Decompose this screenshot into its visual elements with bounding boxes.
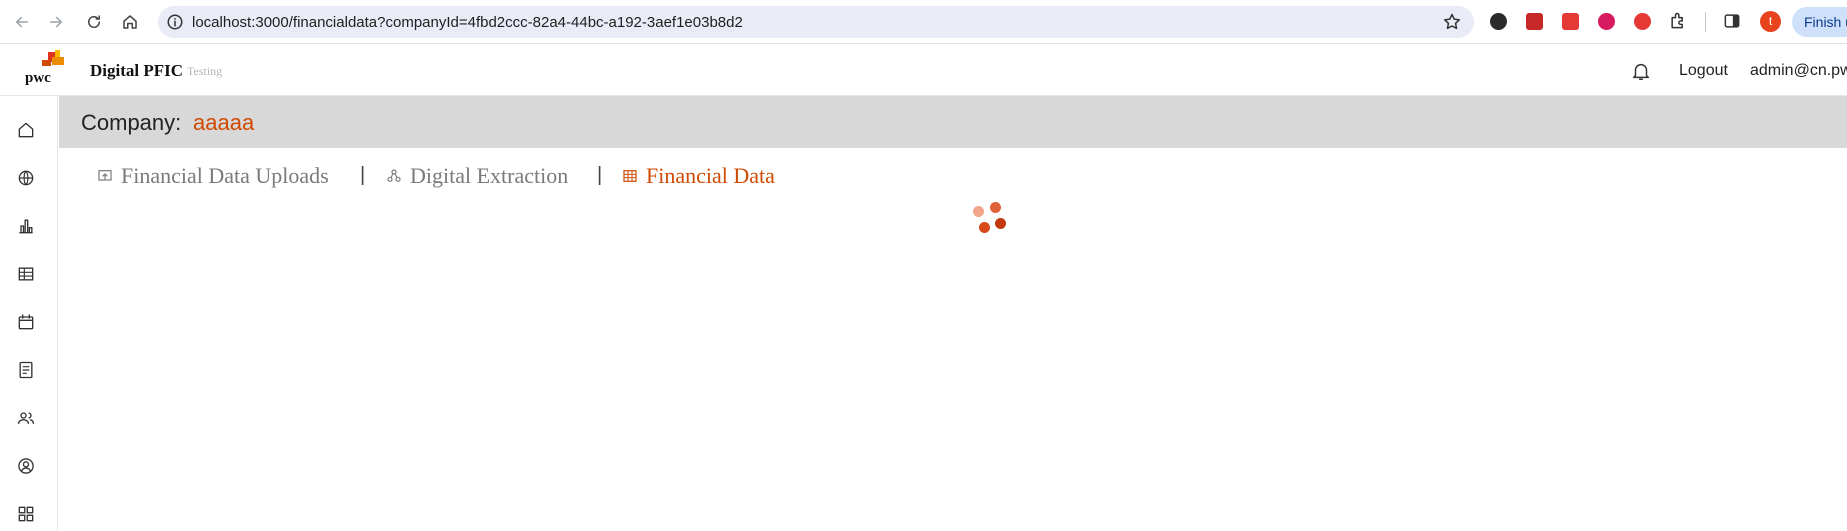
sidebar-item-documents[interactable] — [16, 360, 36, 380]
back-button[interactable] — [8, 8, 36, 36]
table-icon — [623, 170, 637, 182]
home-icon — [18, 122, 34, 138]
calendar-icon — [18, 314, 34, 330]
sidebar-item-calendar[interactable] — [16, 312, 36, 332]
home-icon — [123, 15, 137, 29]
back-arrow-icon — [16, 16, 28, 28]
bar-chart-icon — [19, 219, 33, 234]
spinner-dot — [995, 218, 1006, 229]
profile-avatar[interactable]: t — [1760, 11, 1781, 32]
sidebar-item-tables[interactable] — [16, 264, 36, 284]
tab-label: Digital Extraction — [410, 163, 569, 188]
sidebar — [0, 96, 58, 531]
tab-label: Financial Data Uploads — [121, 163, 329, 188]
tab-label: Financial Data — [646, 163, 775, 188]
reload-button[interactable] — [80, 8, 108, 36]
address-bar[interactable]: localhost:3000/financialdata?companyId=4… — [158, 6, 1474, 38]
company-label: Company: — [81, 110, 182, 135]
bookmark-star-icon[interactable] — [1442, 12, 1462, 32]
tab-digital-extraction[interactable]: Digital Extraction — [386, 162, 568, 190]
extraction-icon — [387, 169, 401, 182]
tab-financial-data-uploads[interactable]: Financial Data Uploads — [97, 162, 329, 190]
extension-dark-icon[interactable] — [1488, 11, 1508, 31]
forward-arrow-icon — [50, 16, 62, 28]
extension-red-shield-icon[interactable] — [1632, 11, 1652, 31]
spinner-dot — [990, 202, 1001, 213]
app-environment: Testing — [187, 64, 223, 78]
tab-separator: | — [597, 164, 603, 186]
company-bar: Company: aaaaa — [59, 96, 1847, 148]
table-icon — [18, 267, 34, 281]
address-url[interactable]: localhost:3000/financialdata?companyId=4… — [192, 14, 743, 31]
app-title: Digital PFIC — [90, 61, 184, 80]
pwc-logo[interactable]: pwc — [22, 50, 68, 86]
spinner-dot — [979, 222, 990, 233]
loading-spinner — [968, 198, 1008, 238]
side-panel-icon[interactable] — [1722, 11, 1742, 31]
user-email[interactable]: admin@cn.pw — [1750, 62, 1847, 80]
document-icon — [19, 361, 33, 379]
extension-pink-icon[interactable] — [1596, 11, 1616, 31]
site-info-icon[interactable] — [166, 13, 184, 31]
reload-icon — [88, 15, 100, 28]
users-icon — [17, 412, 35, 424]
user-circle-icon — [18, 458, 34, 474]
sidebar-item-home[interactable] — [16, 120, 36, 140]
toolbar-divider — [1705, 12, 1706, 32]
globe-icon — [18, 170, 34, 186]
extension-red-badge-icon[interactable] — [1560, 11, 1580, 31]
browser-toolbar: localhost:3000/financialdata?companyId=4… — [0, 0, 1847, 44]
forward-button[interactable] — [42, 8, 70, 36]
notification-bell-icon[interactable] — [1630, 60, 1652, 82]
sidebar-item-globe[interactable] — [16, 168, 36, 188]
sidebar-item-profile[interactable] — [16, 456, 36, 476]
apps-grid-icon — [18, 506, 34, 522]
sidebar-item-apps[interactable] — [16, 504, 36, 524]
home-button[interactable] — [116, 8, 144, 36]
finish-update-button[interactable]: Finish u — [1792, 7, 1847, 37]
tab-separator: | — [360, 164, 366, 186]
company-name: aaaaa — [193, 110, 255, 135]
sidebar-item-users[interactable] — [16, 408, 36, 428]
upload-icon — [98, 170, 112, 181]
logout-link[interactable]: Logout — [1679, 62, 1728, 80]
sidebar-item-charts[interactable] — [16, 216, 36, 236]
spinner-dot — [973, 206, 984, 217]
svg-text:pwc: pwc — [25, 70, 51, 86]
extensions-puzzle-icon[interactable] — [1668, 11, 1688, 31]
app-header: pwc Digital PFIC Testing Logout admin@cn… — [0, 44, 1847, 96]
extension-red-square-icon[interactable] — [1524, 11, 1544, 31]
tab-financial-data[interactable]: Financial Data — [622, 162, 775, 190]
